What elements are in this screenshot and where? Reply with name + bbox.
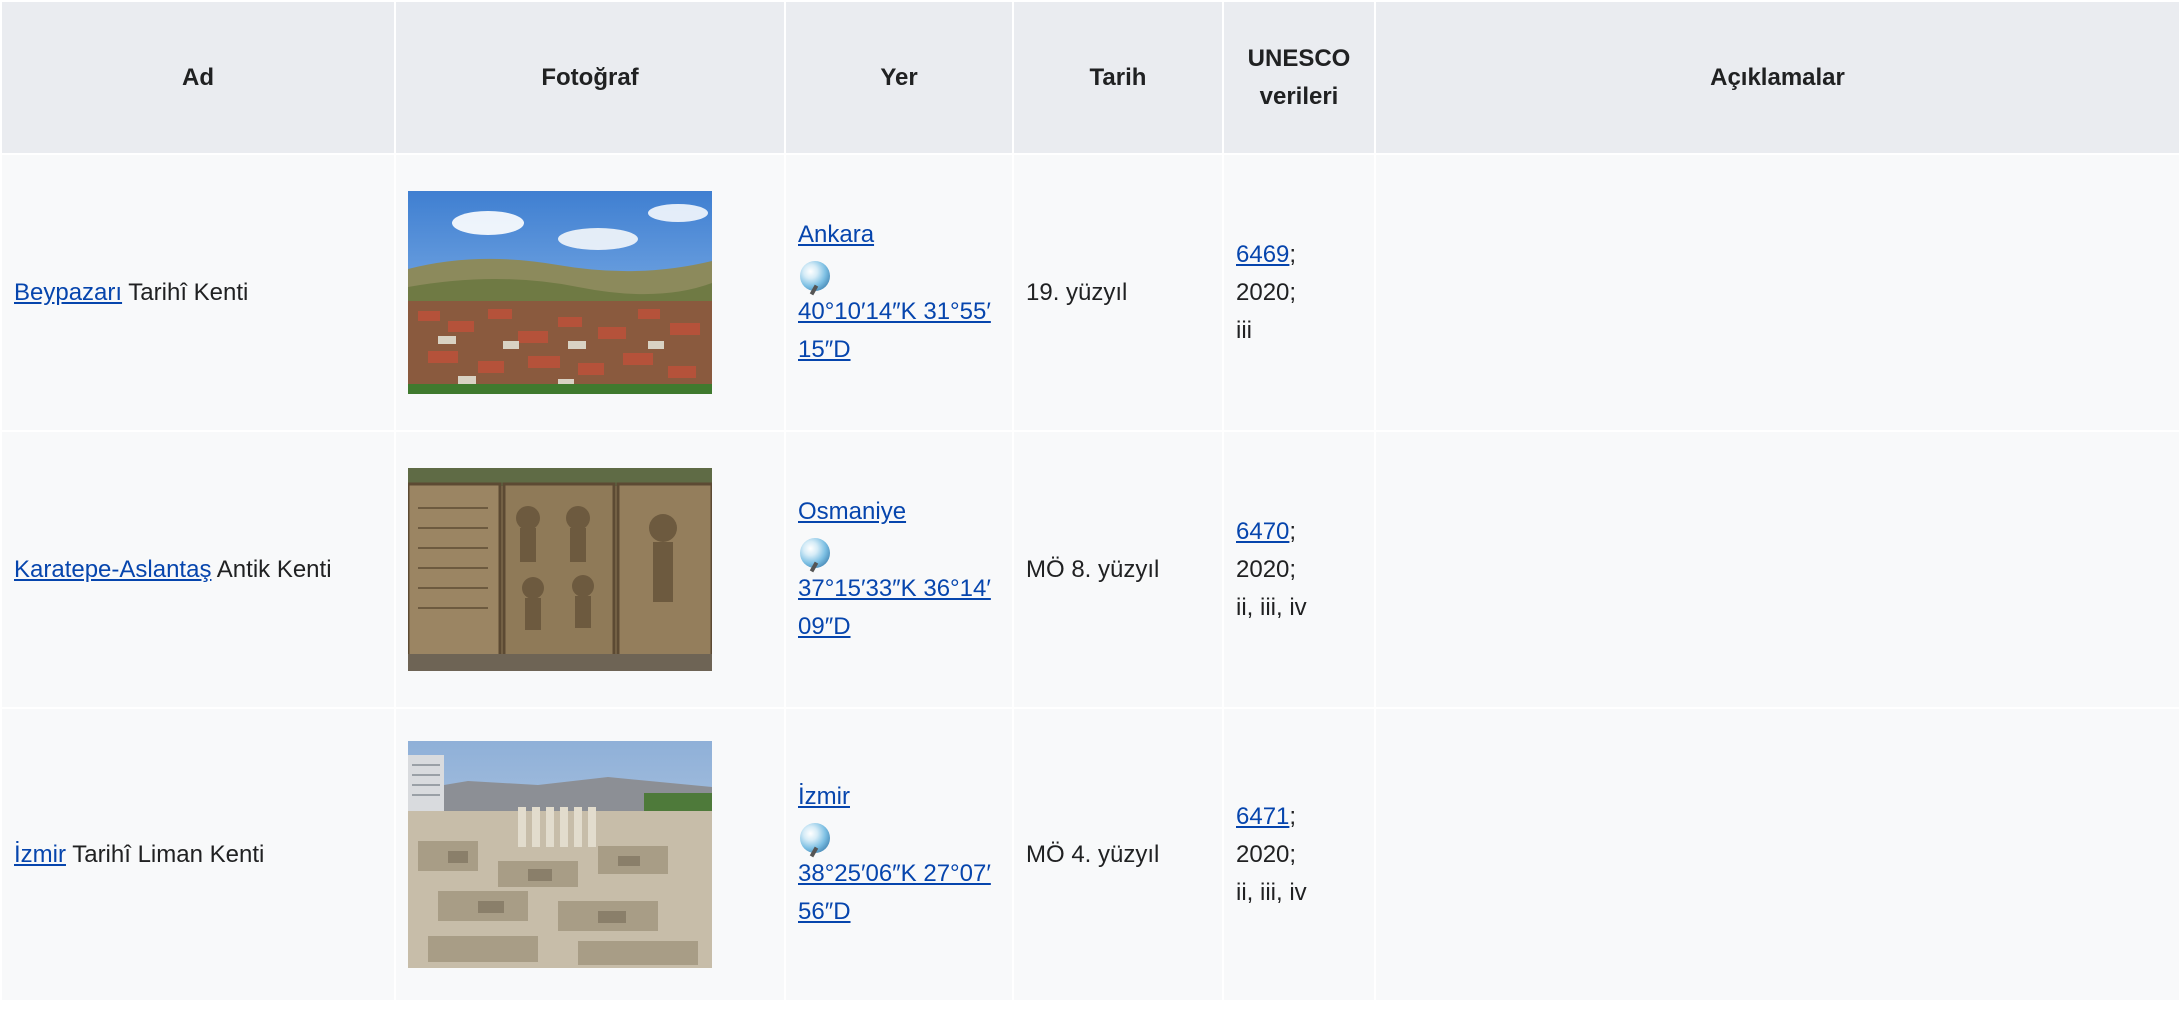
header-place[interactable]: Yer bbox=[786, 2, 1012, 153]
site-photo[interactable] bbox=[408, 191, 712, 394]
date-cell: 19. yüzyıl bbox=[1014, 155, 1222, 430]
header-notes[interactable]: Açıklamalar bbox=[1376, 2, 2179, 153]
name-cell: İzmir Tarihî Liman Kenti bbox=[2, 709, 394, 1000]
date-cell: MÖ 4. yüzyıl bbox=[1014, 709, 1222, 1000]
site-name-rest: Tarihî Kenti bbox=[122, 278, 249, 306]
place-cell: İzmir 38°25′06″K 27°07′56″D bbox=[786, 709, 1012, 1000]
name-cell: Beypazarı Tarihî Kenti bbox=[2, 155, 394, 430]
site-name-rest: Antik Kenti bbox=[211, 555, 332, 583]
place-cell: Osmaniye 37°15′33″K 36°14′09″D bbox=[786, 432, 1012, 707]
header-unesco-line1: UNESCO bbox=[1247, 44, 1351, 72]
photo-cell bbox=[396, 709, 784, 1000]
header-row: Ad Fotoğraf Yer Tarih UNESCO verileri Aç… bbox=[2, 2, 2179, 153]
header-unesco[interactable]: UNESCO verileri bbox=[1224, 2, 1374, 153]
site-photo[interactable] bbox=[408, 741, 712, 968]
photo-cell bbox=[396, 432, 784, 707]
coordinates-link[interactable]: 40°10′14″K 31°55′15″D bbox=[798, 298, 991, 363]
unesco-id-link[interactable]: 6469 bbox=[1236, 241, 1289, 268]
header-date[interactable]: Tarih bbox=[1014, 2, 1222, 153]
globe-icon[interactable] bbox=[800, 260, 830, 291]
place-link[interactable]: Osmaniye bbox=[798, 498, 906, 525]
notes-cell bbox=[1376, 709, 2179, 1000]
notes-cell bbox=[1376, 432, 2179, 707]
notes-cell bbox=[1376, 155, 2179, 430]
coordinates-link[interactable]: 38°25′06″K 27°07′56″D bbox=[798, 860, 991, 925]
place-cell: Ankara 40°10′14″K 31°55′15″D bbox=[786, 155, 1012, 430]
photo-cell bbox=[396, 155, 784, 430]
name-cell: Karatepe-Aslantaş Antik Kenti bbox=[2, 432, 394, 707]
site-name-rest: Tarihî Liman Kenti bbox=[65, 840, 265, 868]
table-row: Beypazarı Tarihî Kenti Ankara 40°10′14″K… bbox=[2, 155, 2179, 430]
site-link[interactable]: Beypazarı bbox=[14, 279, 122, 306]
globe-icon[interactable] bbox=[800, 537, 830, 568]
site-link[interactable]: Karatepe-Aslantaş bbox=[14, 556, 211, 583]
date-cell: MÖ 8. yüzyıl bbox=[1014, 432, 1222, 707]
unesco-criteria: iii bbox=[1236, 316, 1252, 344]
place-link[interactable]: İzmir bbox=[798, 783, 850, 810]
unesco-criteria: ii, iii, iv bbox=[1236, 878, 1307, 906]
table-row: İzmir Tarihî Liman Kenti İzmir 38°25′06″… bbox=[2, 709, 2179, 1000]
unesco-criteria: ii, iii, iv bbox=[1236, 593, 1307, 621]
unesco-cell: 6469; 2020; iii bbox=[1224, 155, 1374, 430]
header-name[interactable]: Ad bbox=[2, 2, 394, 153]
site-link[interactable]: İzmir bbox=[14, 841, 66, 868]
unesco-cell: 6470; 2020; ii, iii, iv bbox=[1224, 432, 1374, 707]
coordinates-link[interactable]: 37°15′33″K 36°14′09″D bbox=[798, 575, 991, 640]
unesco-cell: 6471; 2020; ii, iii, iv bbox=[1224, 709, 1374, 1000]
header-photo[interactable]: Fotoğraf bbox=[396, 2, 784, 153]
unesco-id-link[interactable]: 6470 bbox=[1236, 518, 1289, 545]
header-unesco-line2: verileri bbox=[1259, 82, 1339, 110]
site-photo[interactable] bbox=[408, 468, 712, 671]
unesco-id-link[interactable]: 6471 bbox=[1236, 803, 1289, 830]
heritage-table: Ad Fotoğraf Yer Tarih UNESCO verileri Aç… bbox=[0, 0, 2181, 1002]
globe-icon[interactable] bbox=[800, 822, 830, 853]
table-row: Karatepe-Aslantaş Antik Kenti Osmaniye 3… bbox=[2, 432, 2179, 707]
place-link[interactable]: Ankara bbox=[798, 221, 874, 248]
